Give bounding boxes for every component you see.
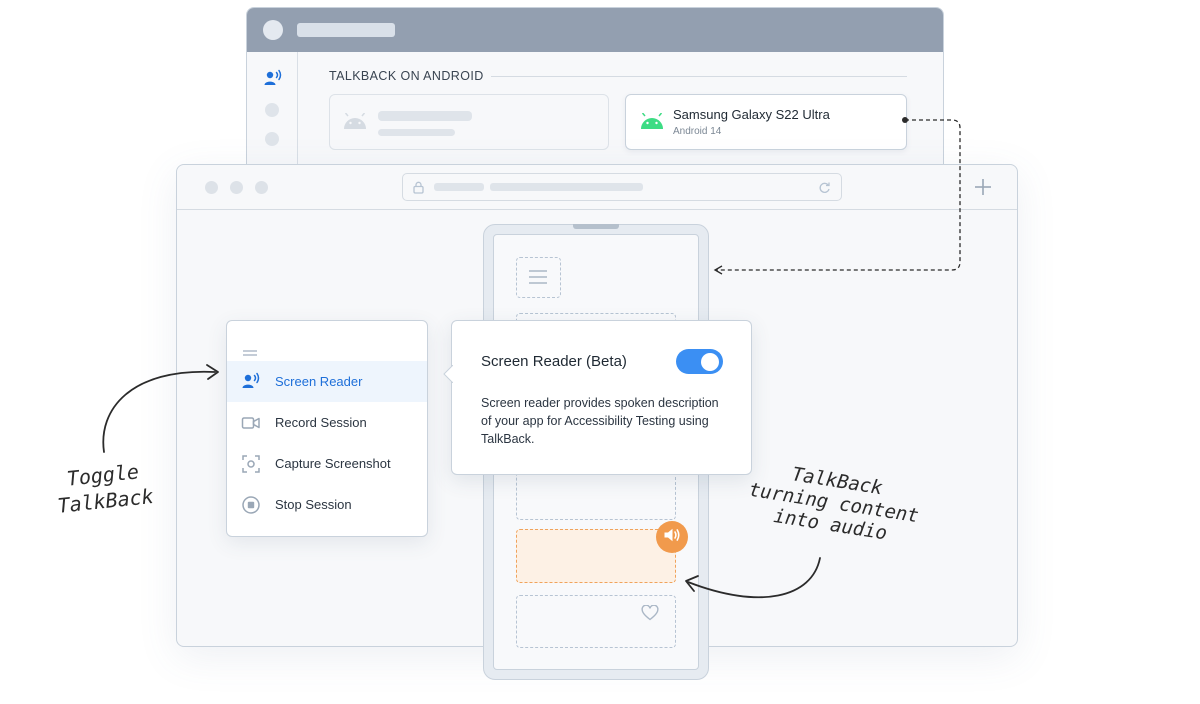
toggle-annotation-arrow (102, 364, 219, 453)
audio-annotation-arrow (685, 557, 821, 599)
annotation-toggle-talkback: Toggle TalkBack (54, 457, 155, 519)
device-connector-line (713, 117, 961, 275)
annotation-overlay (102, 117, 961, 599)
